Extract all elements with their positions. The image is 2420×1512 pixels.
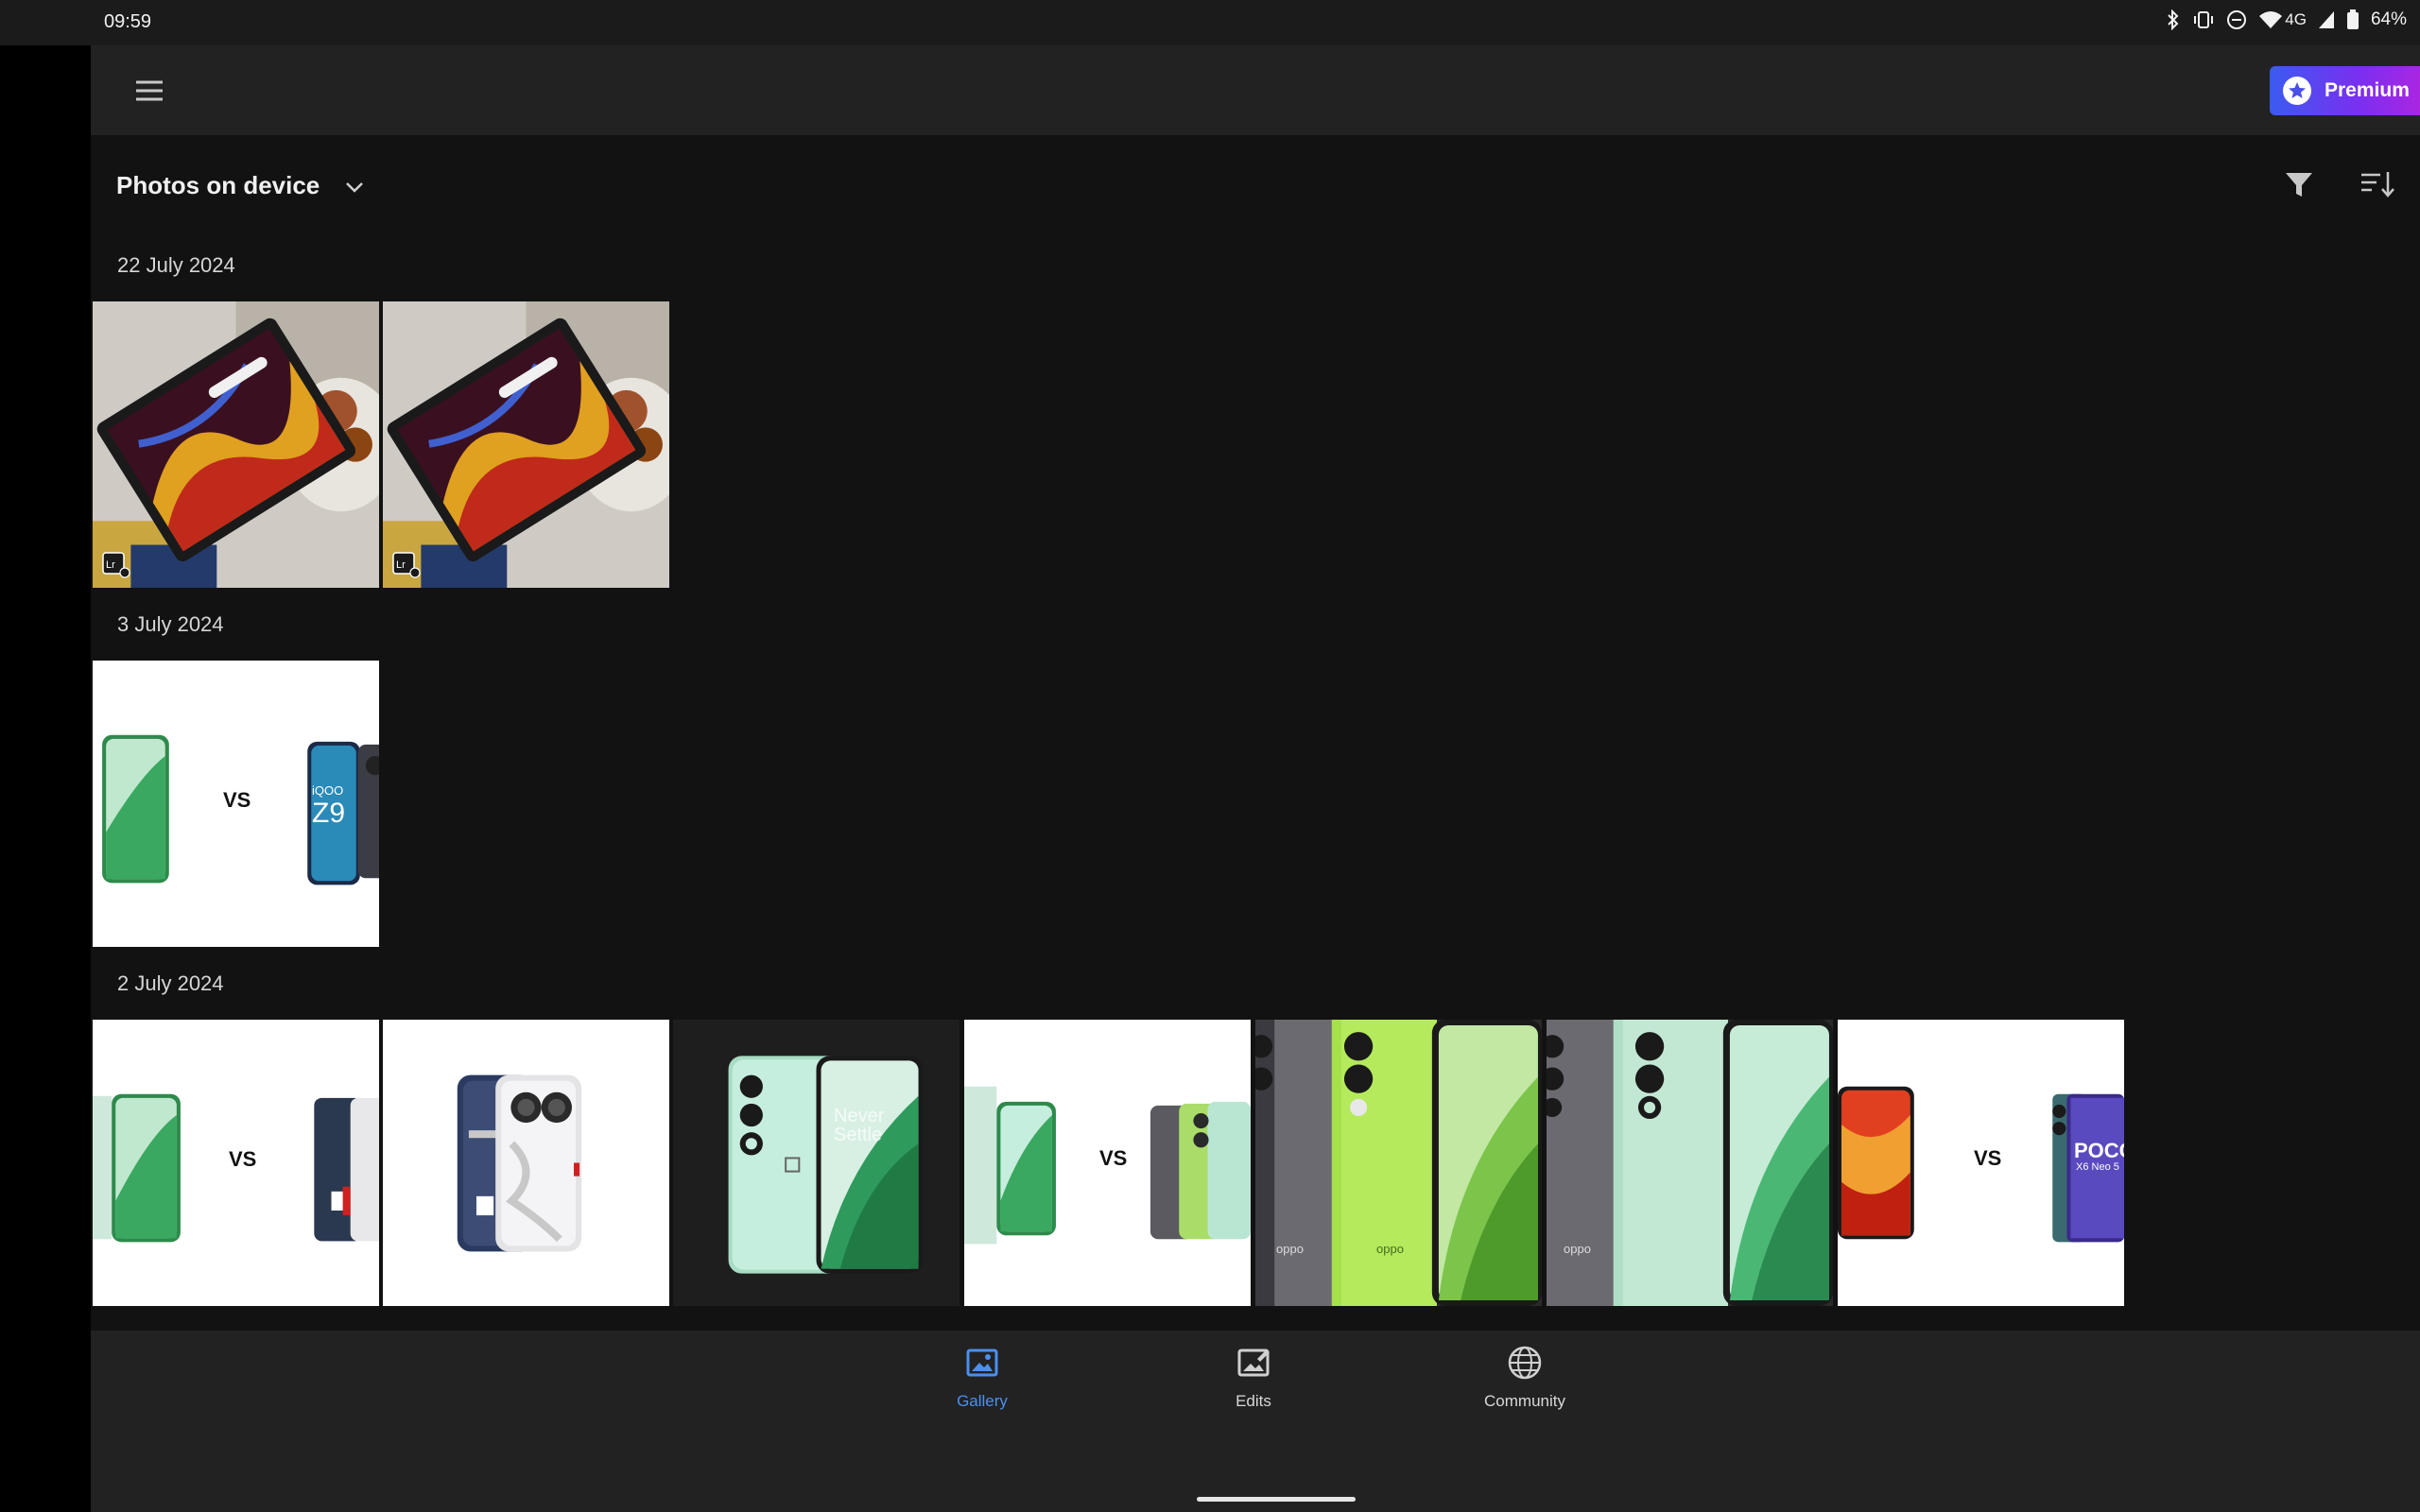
premium-star-icon [2283,77,2311,105]
photo-thumbnail[interactable]: VS [93,1020,379,1306]
never-settle-label: Never Settle [834,1106,885,1145]
section-date: 3 July 2024 [117,612,224,636]
album-selector[interactable]: Photos on device [116,171,365,200]
oppo-logo-label: oppo [1564,1242,1591,1256]
bottom-navigation: Gallery Edits Community [91,1331,2420,1512]
svg-text:Lr: Lr [106,559,115,571]
photo-thumbnail[interactable]: oppo [1547,1020,1833,1306]
gallery-header: Photos on device [91,135,2420,234]
nav-edits-label: Edits [1236,1392,1271,1410]
status-time: 09:59 [104,11,152,32]
left-system-bar [0,0,91,1512]
photo-thumbnail[interactable]: VS POCO X6 Neo 5 [1838,1020,2124,1306]
premium-button[interactable]: Premium [2270,66,2420,115]
edits-icon [1235,1344,1272,1386]
section-date: 2 July 2024 [117,971,224,995]
nav-gallery-label: Gallery [957,1392,1008,1410]
home-indicator[interactable] [1197,1497,1356,1502]
nav-edits[interactable]: Edits [1178,1344,1329,1411]
photo-thumbnail[interactable]: Lr [93,301,379,588]
nav-gallery[interactable]: Gallery [907,1344,1058,1411]
vibrate-icon [2192,10,2215,29]
photo-thumbnail[interactable]: oppo oppo [1255,1020,1542,1306]
chevron-down-icon [344,171,365,200]
bluetooth-icon [2166,9,2181,30]
battery-level: 64% [2370,9,2407,29]
signal-icon [2318,10,2335,29]
vs-label: VS [229,1147,257,1171]
gallery-icon [963,1344,1001,1386]
app-bar: Premium [91,45,2420,135]
nav-community-label: Community [1484,1392,1565,1410]
vs-label: VS [1974,1146,2002,1170]
z9-label: Z9 [312,798,346,829]
filter-icon[interactable] [2282,167,2316,201]
sort-icon[interactable] [2358,167,2395,201]
album-title: Photos on device [116,171,320,199]
vs-label: VS [1099,1146,1128,1170]
poco-label: POCO [2074,1139,2124,1162]
photo-thumbnail[interactable]: VS iQOO Z9 [93,661,379,947]
photo-thumbnail[interactable]: Never Settle [673,1020,959,1306]
premium-label: Premium [2325,79,2410,101]
status-bar: 09:59 4G 64% [0,0,2420,45]
lightroom-badge-icon: Lr [102,552,130,578]
network-type: 4G [2285,10,2307,28]
photo-thumbnail[interactable]: Lr [383,301,669,588]
wifi-icon [2258,10,2283,29]
do-not-disturb-icon [2226,9,2247,30]
oppo-logo-label: oppo [1376,1242,1404,1256]
section-date: 22 July 2024 [117,253,235,277]
battery-icon [2346,9,2360,30]
oppo-logo-label: oppo [1276,1242,1304,1256]
svg-text:Lr: Lr [396,559,406,571]
iqoo-label: iQOO [312,783,344,798]
status-icons: 4G 64% [2166,9,2407,30]
photo-thumbnail[interactable] [383,1020,669,1306]
hamburger-menu-icon[interactable] [130,74,168,108]
vs-label: VS [223,788,251,812]
poco-model-label: X6 Neo 5 [2076,1161,2119,1173]
lightroom-badge-icon: Lr [392,552,421,578]
photo-thumbnail[interactable]: VS [964,1020,1251,1306]
globe-icon [1506,1344,1544,1386]
nav-community[interactable]: Community [1449,1344,1600,1411]
